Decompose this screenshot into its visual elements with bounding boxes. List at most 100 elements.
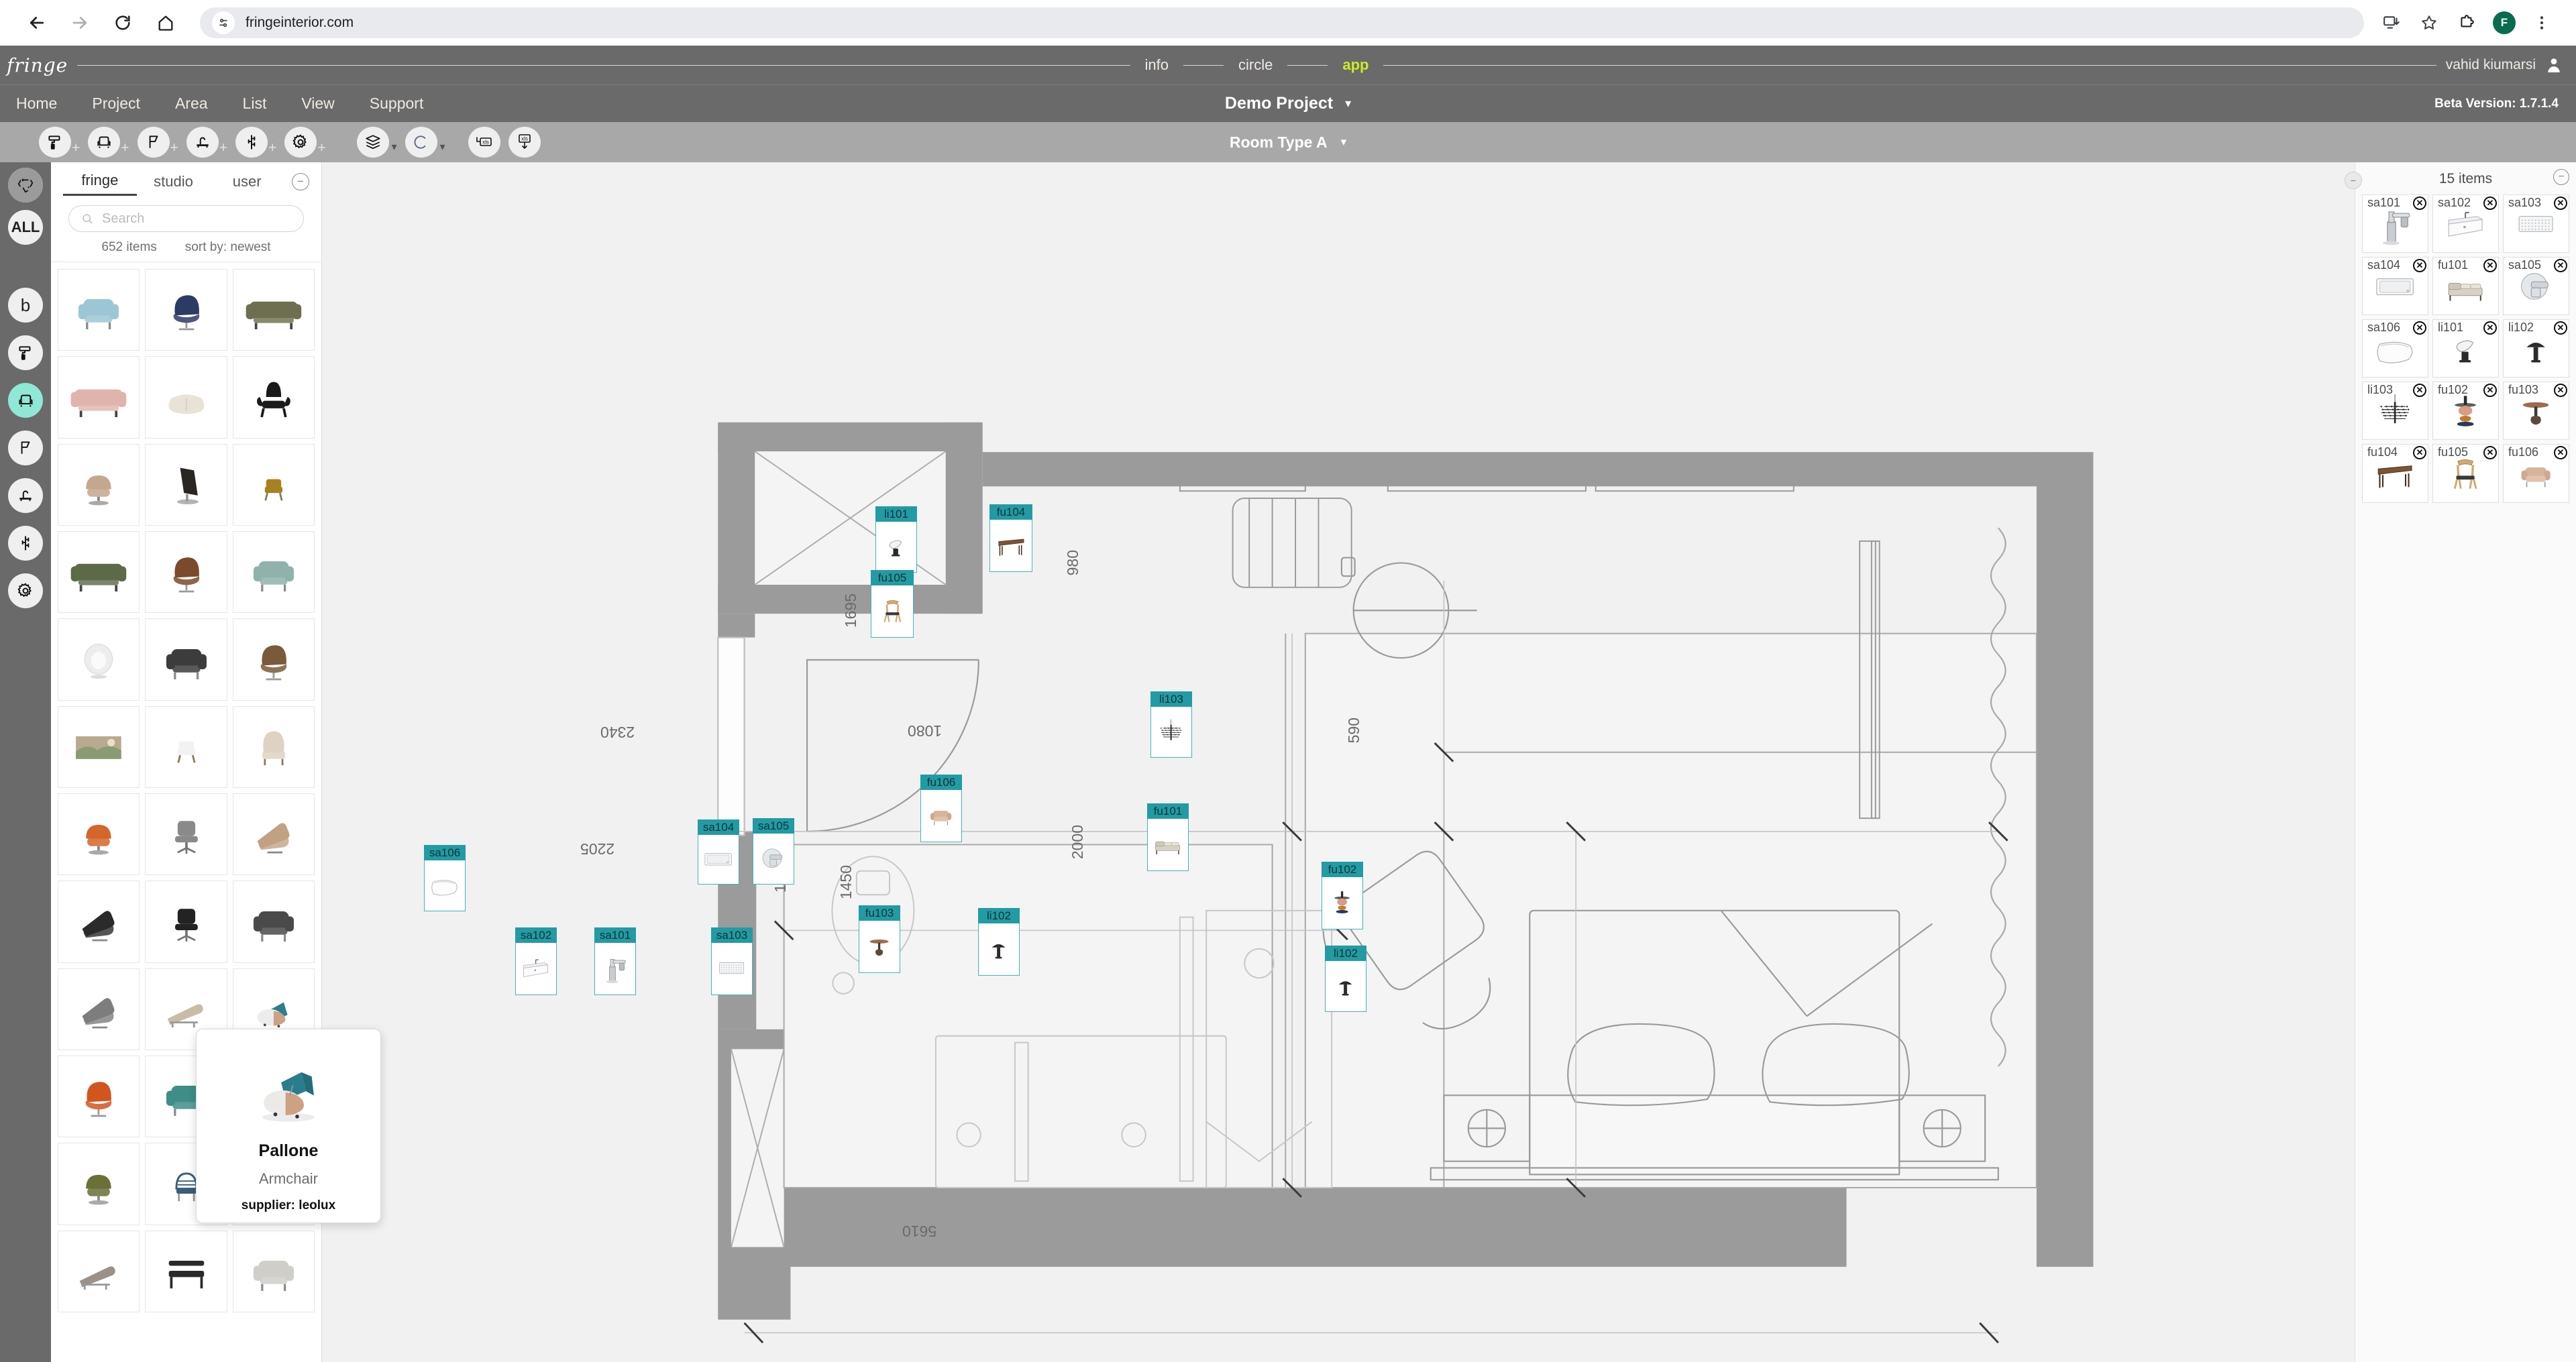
floorplan-canvas[interactable]: li101 fu104 fu105 li103 fu106 fu101 sa104 sa105… <box>322 162 2355 1362</box>
floorplan-tag-fu102[interactable]: fu102 <box>1322 862 1363 929</box>
three-dot-menu-icon[interactable] <box>2530 11 2553 34</box>
sidebar-item-sanitary[interactable] <box>8 478 43 513</box>
item-card-fu103[interactable]: fu103 ✕ <box>2503 382 2569 441</box>
forward-arrow-icon[interactable] <box>62 5 98 41</box>
item-card-fu106[interactable]: fu106 ✕ <box>2503 444 2569 503</box>
library-product-card[interactable] <box>58 1143 140 1225</box>
floorplan-tag-fu103[interactable]: fu103 <box>859 905 900 973</box>
star-icon[interactable] <box>2418 11 2440 34</box>
floorplan-tag-fu106[interactable]: fu106 <box>920 775 962 842</box>
floorplan-tag-fu104[interactable]: fu104 <box>989 504 1032 572</box>
menu-item-list[interactable]: List <box>225 95 284 113</box>
header-username[interactable]: vahid kiumarsi <box>2446 57 2545 73</box>
library-product-card[interactable] <box>232 269 315 351</box>
tool-paint-roller[interactable]: + <box>39 127 80 158</box>
person-icon[interactable] <box>2545 56 2576 74</box>
floorplan-tag-sa102[interactable]: sa102 <box>515 927 557 995</box>
tool-settings[interactable]: + <box>284 127 326 158</box>
sidebar-item-sustainability[interactable] <box>8 168 43 203</box>
library-product-card[interactable] <box>58 618 140 701</box>
floorplan-tag-sa104[interactable]: sa104 <box>698 819 739 885</box>
floorplan-tag-li102[interactable]: li102 <box>978 908 1020 976</box>
tab-fringe[interactable]: fringe <box>63 172 137 196</box>
library-product-card[interactable] <box>232 705 315 789</box>
library-product-card[interactable] <box>145 356 227 439</box>
library-product-card[interactable] <box>232 793 315 876</box>
library-product-card[interactable] <box>145 443 227 526</box>
puzzle-icon[interactable] <box>2455 11 2478 34</box>
library-product-card[interactable] <box>232 531 315 614</box>
sort-by-label[interactable]: sort by: newest <box>185 240 271 255</box>
item-card-li102[interactable]: li102 ✕ <box>2503 319 2569 378</box>
address-bar[interactable]: fringeinterior.com <box>200 7 2364 38</box>
library-product-card[interactable] <box>145 269 227 351</box>
item-card-li101[interactable]: li101 ✕ <box>2432 319 2499 378</box>
floorplan-tag-sa103[interactable]: sa103 <box>711 927 753 995</box>
item-card-fu102[interactable]: fu102 ✕ <box>2432 382 2499 441</box>
remove-item-icon[interactable]: ✕ <box>2413 259 2426 273</box>
tool-lighting[interactable]: + <box>137 127 178 158</box>
sidebar-item-all[interactable]: ALL <box>8 210 43 245</box>
search-input[interactable]: Search <box>68 205 304 232</box>
tool-xls-export[interactable]: xls <box>508 127 541 158</box>
brand-logo[interactable]: fringe <box>0 54 68 76</box>
item-card-sa105[interactable]: sa105 ✕ <box>2503 257 2569 316</box>
floorplan-tag-li103[interactable]: li103 <box>1150 691 1192 758</box>
item-card-sa103[interactable]: sa103 ✕ <box>2503 194 2569 253</box>
item-card-fu101[interactable]: fu101 ✕ <box>2432 257 2499 316</box>
item-card-sa102[interactable]: sa102 ✕ <box>2432 194 2499 253</box>
library-product-card[interactable] <box>58 356 140 439</box>
sidebar-item-brand-b[interactable]: b <box>8 288 43 323</box>
tab-studio[interactable]: studio <box>137 173 211 195</box>
library-product-card[interactable] <box>232 881 315 963</box>
floorplan-tag-sa105[interactable]: sa105 <box>753 818 794 885</box>
item-card-fu104[interactable]: fu104 ✕ <box>2362 444 2428 503</box>
library-product-card[interactable] <box>58 269 140 351</box>
floorplan-tag-fu105[interactable]: fu105 <box>871 570 914 638</box>
menu-item-project[interactable]: Project <box>74 95 158 113</box>
item-card-sa101[interactable]: sa101 ✕ <box>2362 194 2428 253</box>
menu-item-view[interactable]: View <box>284 95 352 113</box>
header-link-info[interactable]: info <box>1140 56 1174 74</box>
menu-item-area[interactable]: Area <box>158 95 225 113</box>
library-product-card[interactable] <box>58 968 140 1051</box>
tool-plants[interactable]: + <box>235 127 276 158</box>
library-product-card[interactable] <box>232 356 315 439</box>
install-app-icon[interactable] <box>2380 11 2403 34</box>
tool-furniture[interactable]: + <box>88 127 129 158</box>
sidebar-item-settings[interactable] <box>8 573 43 608</box>
library-product-card[interactable] <box>58 1230 140 1313</box>
sidebar-item-finishes[interactable] <box>8 335 43 370</box>
library-product-card[interactable] <box>58 793 140 876</box>
minus-circle-icon[interactable]: − <box>2553 169 2569 185</box>
menu-item-support[interactable]: Support <box>352 95 441 113</box>
library-product-card[interactable] <box>145 881 227 963</box>
library-product-card[interactable] <box>58 1056 140 1138</box>
item-card-sa106[interactable]: sa106 ✕ <box>2362 319 2428 378</box>
library-product-card[interactable] <box>145 705 227 789</box>
floorplan-tag-sa101[interactable]: sa101 <box>594 927 636 995</box>
item-card-fu105[interactable]: fu105 ✕ <box>2432 444 2499 503</box>
library-product-card[interactable] <box>145 531 227 614</box>
home-icon[interactable] <box>148 5 184 41</box>
library-product-card[interactable] <box>145 618 227 701</box>
library-product-card[interactable] <box>58 531 140 614</box>
remove-item-icon[interactable]: ✕ <box>2413 196 2426 210</box>
floorplan-tag-li101[interactable]: li101 <box>875 506 917 573</box>
tool-sanitary[interactable]: + <box>186 127 227 158</box>
site-settings-icon[interactable] <box>212 11 235 34</box>
reload-icon[interactable] <box>105 5 141 41</box>
sidebar-item-lighting[interactable] <box>8 431 43 465</box>
floorplan-tag-li102[interactable]: li102 <box>1325 946 1366 1012</box>
library-product-card[interactable] <box>58 443 140 526</box>
remove-item-icon[interactable]: ✕ <box>2554 196 2567 210</box>
floorplan-tag-sa106[interactable]: sa106 <box>424 845 466 911</box>
minus-circle-icon[interactable]: − <box>292 173 310 190</box>
collapse-panel-icon[interactable]: − <box>2345 172 2362 189</box>
library-product-card[interactable] <box>58 705 140 789</box>
library-product-card[interactable] <box>145 1230 227 1313</box>
remove-item-icon[interactable]: ✕ <box>2483 259 2497 273</box>
library-product-card[interactable] <box>232 618 315 701</box>
back-arrow-icon[interactable] <box>19 5 55 41</box>
library-product-card[interactable] <box>58 881 140 963</box>
